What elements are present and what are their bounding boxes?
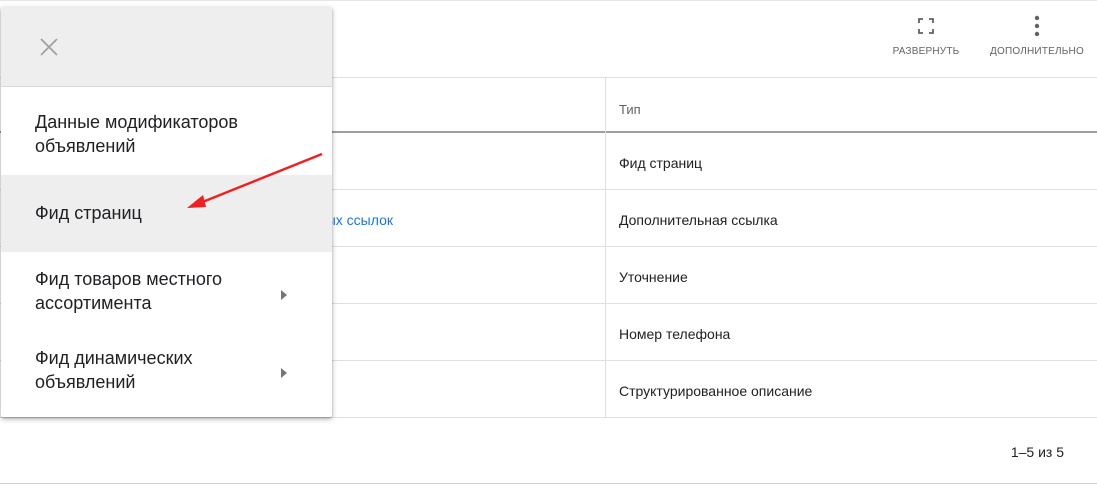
menu-item-label: Фид динамических объявлений bbox=[35, 348, 193, 392]
expand-button[interactable]: РАЗВЕРНУТЬ bbox=[886, 12, 966, 68]
row-type: Дополнительная ссылка bbox=[619, 212, 778, 228]
more-label: ДОПОЛНИТЕЛЬНО bbox=[990, 46, 1084, 57]
menu-item-label: Данные модификаторов объявлений bbox=[35, 112, 238, 156]
menu-item-dynamic-ads-feed[interactable]: Фид динамических объявлений bbox=[1, 330, 332, 410]
menu-item-local-inventory-feed[interactable]: Фид товаров местного ассортимента bbox=[1, 252, 332, 330]
row-type: Структурированное описание bbox=[619, 383, 813, 399]
menu-item-page-feed[interactable]: Фид страниц bbox=[1, 175, 332, 252]
menu-item-label: Фид страниц bbox=[35, 203, 142, 223]
more-vert-icon bbox=[1034, 12, 1040, 40]
column-divider bbox=[605, 78, 606, 418]
menu-item-ad-modifiers[interactable]: Данные модификаторов объявлений bbox=[1, 87, 332, 175]
feed-type-menu: Данные модификаторов объявлений Фид стра… bbox=[1, 7, 332, 417]
expand-label: РАЗВЕРНУТЬ bbox=[892, 46, 960, 57]
chevron-right-icon bbox=[280, 287, 288, 300]
bottom-divider bbox=[0, 483, 1097, 484]
row-type: Номер телефона bbox=[619, 326, 731, 342]
menu-header bbox=[1, 7, 332, 87]
menu-item-label: Фид товаров местного ассортимента bbox=[35, 269, 223, 313]
top-divider bbox=[0, 0, 1097, 1]
chevron-right-icon bbox=[280, 365, 288, 378]
fullscreen-icon bbox=[917, 12, 935, 40]
more-button[interactable]: ДОПОЛНИТЕЛЬНО bbox=[982, 12, 1092, 68]
pagination-text: 1–5 из 5 bbox=[1010, 444, 1064, 460]
row-type: Уточнение bbox=[619, 269, 688, 285]
close-icon[interactable] bbox=[38, 36, 60, 58]
column-header-type[interactable]: Тип bbox=[619, 102, 641, 117]
row-type: Фид страниц bbox=[619, 155, 703, 171]
